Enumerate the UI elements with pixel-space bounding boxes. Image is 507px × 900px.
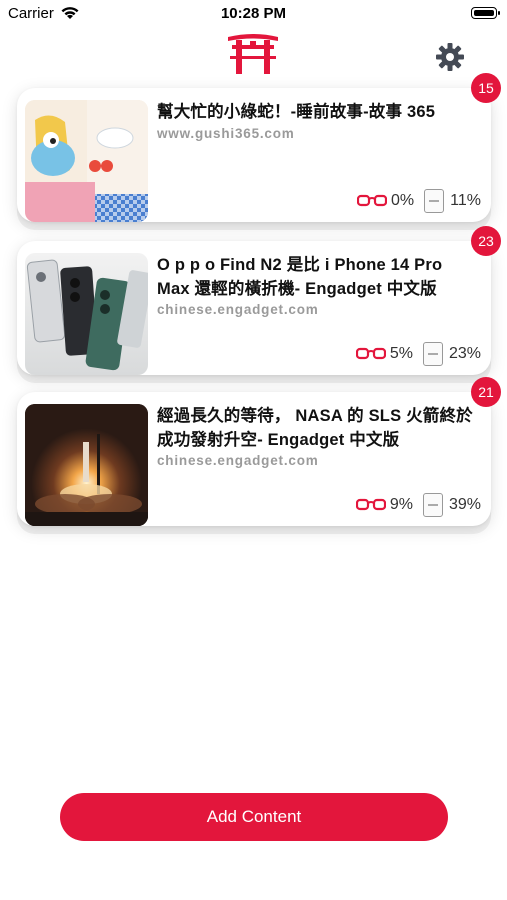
card-thumbnail (25, 404, 148, 526)
card-stats: 9% 39% (355, 492, 481, 518)
card-thumbnail (25, 100, 148, 222)
read-percentage: 5% (389, 345, 413, 362)
content-card[interactable]: 經過長久的等待， NASA 的 SLS 火箭終於成功發射升空- Engadget… (17, 377, 501, 526)
phone-photo (25, 253, 148, 375)
content-card[interactable]: O p p o Find N2 是比 i Phone 14 Pro Max 還輕… (17, 226, 501, 375)
count-badge: 15 (471, 73, 501, 103)
glasses-icon (355, 498, 386, 511)
storybook-illustration (25, 100, 148, 222)
card-domain: chinese.engadget.com (157, 302, 319, 317)
known-percentage: 39% (448, 496, 481, 513)
book-icon (422, 493, 443, 517)
card-domain: chinese.engadget.com (157, 453, 319, 468)
glasses-icon (357, 194, 388, 207)
status-bar: Carrier 10:28 PM (0, 0, 507, 28)
gear-icon[interactable] (435, 42, 465, 72)
card-title: 經過長久的等待， NASA 的 SLS 火箭終於成功發射升空- Engadget… (157, 407, 473, 449)
glasses-icon (355, 347, 386, 360)
count-badge: 23 (471, 226, 501, 256)
rocket-launch-photo (25, 404, 148, 526)
card-stats: 5% 23% (355, 341, 481, 367)
content-card[interactable]: 幫大忙的小綠蛇！-睡前故事-故事 365 www.gushi365.com 0%… (17, 73, 501, 222)
card-stats: 0% 11% (357, 188, 481, 214)
battery-icon (471, 7, 500, 19)
known-percentage: 23% (448, 345, 481, 362)
known-percentage: 11% (450, 192, 481, 209)
book-icon (424, 189, 445, 213)
book-icon (422, 342, 443, 366)
card-title: O p p o Find N2 是比 i Phone 14 Pro Max 還輕… (157, 256, 443, 298)
card-title: 幫大忙的小綠蛇！-睡前故事-故事 365 (157, 103, 436, 121)
count-badge: 21 (471, 377, 501, 407)
read-percentage: 0% (391, 192, 415, 209)
card-thumbnail (25, 253, 148, 375)
card-domain: www.gushi365.com (157, 126, 295, 141)
add-content-button[interactable]: Add Content (60, 793, 448, 841)
clock: 10:28 PM (220, 5, 287, 22)
read-percentage: 9% (389, 496, 413, 513)
torii-gate-icon (228, 34, 278, 74)
